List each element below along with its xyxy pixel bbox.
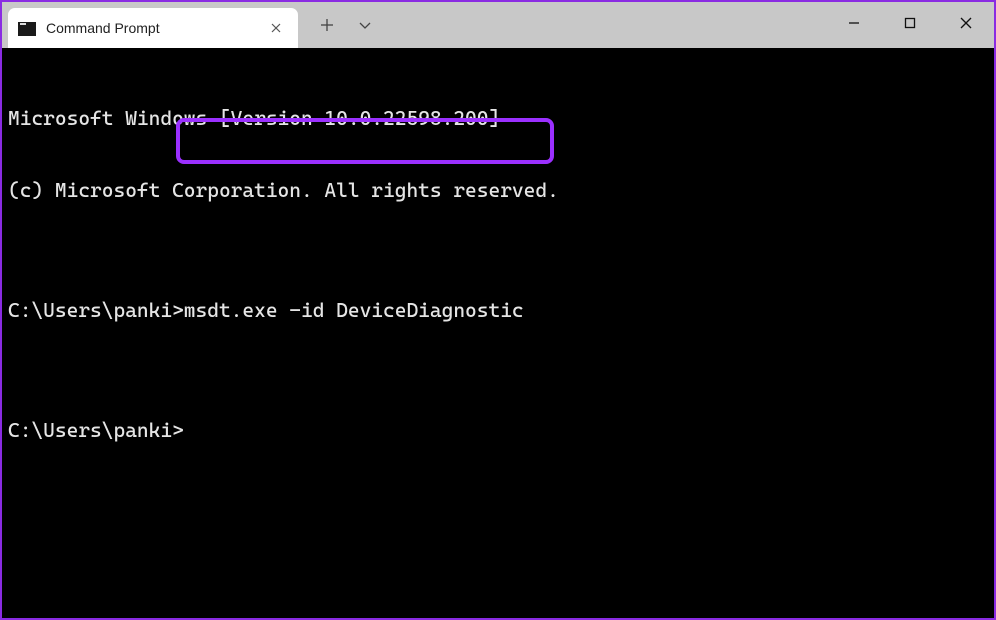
terminal-prompt-line: C:\Users\panki>msdt.exe -id DeviceDiagno… — [8, 298, 988, 322]
prompt-prefix: C:\Users\panki> — [8, 298, 184, 322]
cmd-icon — [18, 22, 36, 36]
close-tab-button[interactable] — [264, 16, 288, 40]
titlebar: Command Prompt — [2, 2, 994, 48]
tab-dropdown-button[interactable] — [358, 18, 372, 32]
close-icon — [960, 17, 972, 29]
new-tab-button[interactable] — [320, 18, 334, 32]
minimize-button[interactable] — [826, 2, 882, 44]
plus-icon — [320, 18, 334, 32]
close-icon — [271, 23, 281, 33]
chevron-down-icon — [358, 18, 372, 32]
prompt-command: msdt.exe -id DeviceDiagnostic — [184, 298, 524, 322]
close-window-button[interactable] — [938, 2, 994, 44]
tab-command-prompt[interactable]: Command Prompt — [8, 8, 298, 48]
tab-actions — [298, 2, 372, 48]
maximize-button[interactable] — [882, 2, 938, 44]
maximize-icon — [904, 17, 916, 29]
terminal-line: (c) Microsoft Corporation. All rights re… — [8, 178, 988, 202]
tab-title: Command Prompt — [46, 20, 160, 36]
terminal-line: Microsoft Windows [Version 10.0.22598.20… — [8, 106, 988, 130]
minimize-icon — [848, 17, 860, 29]
terminal-prompt-line: C:\Users\panki> — [8, 418, 988, 442]
terminal-area[interactable]: Microsoft Windows [Version 10.0.22598.20… — [2, 48, 994, 618]
window-controls — [826, 2, 994, 44]
